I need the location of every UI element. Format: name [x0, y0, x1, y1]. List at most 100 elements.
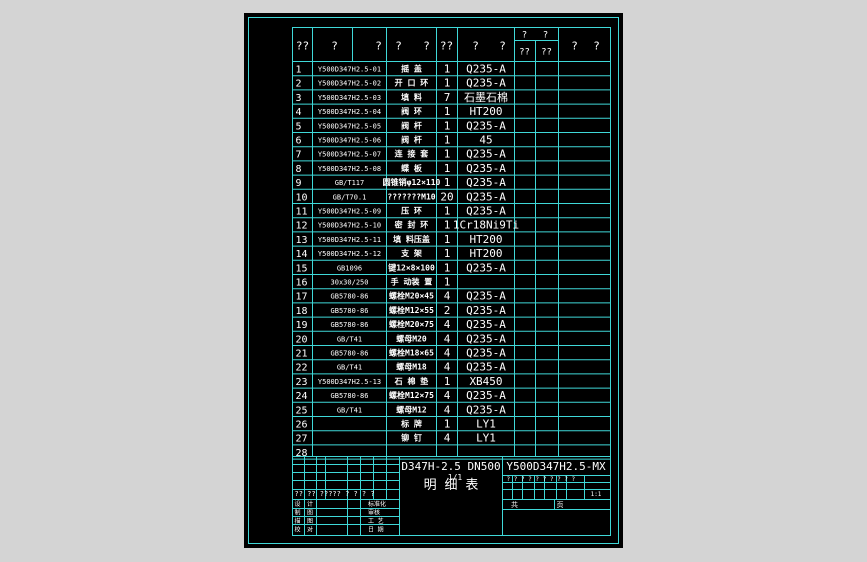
left-cell-c: 工 艺: [368, 517, 384, 525]
row-material: XB450: [469, 375, 502, 388]
header-weight-a: ?: [522, 31, 527, 41]
row-qty: 1: [444, 176, 451, 189]
row-no: 24: [296, 391, 308, 402]
row-qty: 1: [444, 233, 451, 246]
row-material: Q235-A: [466, 176, 506, 189]
row-qty: 1: [444, 375, 451, 388]
row-material: Q235-A: [466, 205, 506, 218]
row-no: 15: [296, 263, 308, 274]
row-code: GB/T70.1: [333, 193, 367, 201]
row-material: Q235-A: [466, 403, 506, 416]
row-name: 石 棉 垫: [394, 376, 429, 386]
row-name: 铆 钉: [401, 433, 422, 443]
row-qty: 1: [444, 205, 451, 218]
title-line-1: D347H-2.5 DN500: [401, 460, 500, 473]
row-code: GB/T41: [337, 364, 362, 372]
header-remark-b: ?: [593, 40, 600, 53]
row-code: Y500D347H2.5-05: [318, 122, 381, 130]
title-overlay-mark: 1/1: [448, 473, 463, 482]
header-name-a: ?: [395, 40, 402, 53]
row-code: GB5780-86: [331, 321, 369, 329]
row-code: Y500D347H2.5-07: [318, 151, 381, 159]
row-name: 螺母M12: [396, 404, 427, 414]
sheet-of-label: 页: [557, 501, 564, 509]
row-no: 16: [296, 278, 308, 289]
row-qty: 1: [444, 63, 451, 76]
row-material: Q235-A: [466, 190, 506, 203]
row-material: Q235-A: [466, 162, 506, 175]
row-no: 28: [296, 448, 308, 459]
row-no: 12: [296, 221, 308, 232]
row-no: 5: [296, 121, 302, 132]
row-code: Y500D347H2.5-02: [318, 80, 381, 88]
row-no: 4: [296, 107, 302, 118]
row-qty: 7: [444, 91, 451, 104]
row-code: GB/T117: [335, 179, 365, 187]
row-no: 17: [296, 292, 308, 303]
row-name: 手 动装 置: [391, 277, 433, 287]
header-weight-b: ?: [543, 31, 548, 41]
parts-list-drawing: ????????????????? ?1 Y500D347H2.5-01 摇 盖 1 Q2…: [248, 17, 619, 544]
right-qmarks-row: ? ? ? ? ? ? ? ? ? ?: [507, 476, 576, 483]
row-material: 45: [479, 134, 492, 147]
row-qty: 1: [444, 162, 451, 175]
header-qty: ??: [440, 40, 453, 53]
row-qty: 1: [444, 219, 451, 232]
row-qty: 1: [444, 119, 451, 132]
row-qty: 1: [444, 105, 451, 118]
row-code: GB1096: [337, 264, 362, 272]
header-remark-a: ?: [571, 40, 578, 53]
row-qty: 1: [444, 418, 451, 431]
header-code-b: ?: [375, 40, 382, 53]
row-no: 8: [296, 164, 302, 175]
row-code: Y500D347H2.5-04: [318, 108, 381, 116]
row-qty: 4: [444, 332, 451, 345]
row-qty: 1: [444, 134, 451, 147]
row-material: 石墨石棉: [464, 90, 508, 104]
row-code: Y500D347H2.5-09: [318, 208, 381, 216]
row-name: 摇 盖: [401, 64, 422, 74]
row-qty: 4: [444, 403, 451, 416]
left-cell-b: 对: [307, 526, 313, 534]
left-cell-c: 标准化: [368, 500, 386, 508]
row-no: 19: [296, 320, 308, 331]
row-qty: 1: [444, 261, 451, 274]
row-no: 13: [296, 235, 308, 246]
left-head-row: ?? ?? ????? ? ? ? ?: [295, 490, 375, 498]
model-space-viewport: ?????????????????? 1 Y500D347H2.5-01 摇 盖 1 Q2…: [244, 13, 623, 548]
row-no: 25: [296, 405, 308, 416]
row-name: 螺栓M18×65: [389, 348, 434, 358]
row-no: 2: [296, 79, 302, 90]
row-qty: 1: [444, 247, 451, 260]
row-material: Q235-A: [466, 304, 506, 317]
left-cell-b: 计: [307, 500, 313, 508]
header-code-a: ?: [331, 40, 338, 53]
row-material: Q235-A: [466, 290, 506, 303]
row-no: 10: [296, 192, 308, 203]
row-code: Y500D347H2.5-06: [318, 137, 381, 145]
row-material: Q235-A: [466, 119, 506, 132]
row-name: 螺栓M12×75: [389, 390, 434, 400]
row-code: Y500D347H2.5-10: [318, 222, 381, 230]
row-code: Y500D347H2.5-08: [318, 165, 381, 173]
row-name: 螺栓M20×45: [389, 291, 434, 301]
row-name: 开 口 环: [395, 79, 429, 88]
row-name: 蝶 板: [401, 163, 423, 173]
row-material: HT200: [469, 105, 502, 118]
header-weight-total: ??: [541, 48, 552, 58]
row-qty: 1: [444, 77, 451, 90]
row-no: 22: [296, 363, 308, 374]
row-name: 键12×8×100: [387, 262, 435, 272]
row-no: 26: [296, 420, 308, 431]
row-name: 螺母M20: [396, 333, 427, 343]
table-text: ????????????????? ?1 Y500D347H2.5-01 摇 盖 1 Q2…: [294, 31, 606, 534]
row-name: 密 封 环: [394, 220, 429, 230]
row-code: GB5780-86: [331, 307, 369, 315]
row-name: 圆锥销φ12×110: [383, 177, 441, 187]
row-no: 3: [296, 93, 302, 104]
row-code: Y500D347H2.5-13: [318, 378, 381, 386]
row-no: 1: [296, 65, 302, 76]
row-code: GB/T41: [337, 406, 362, 414]
drawing-number: Y500D347H2.5-MX: [506, 460, 606, 473]
row-name: 填 料压盖: [393, 234, 430, 244]
